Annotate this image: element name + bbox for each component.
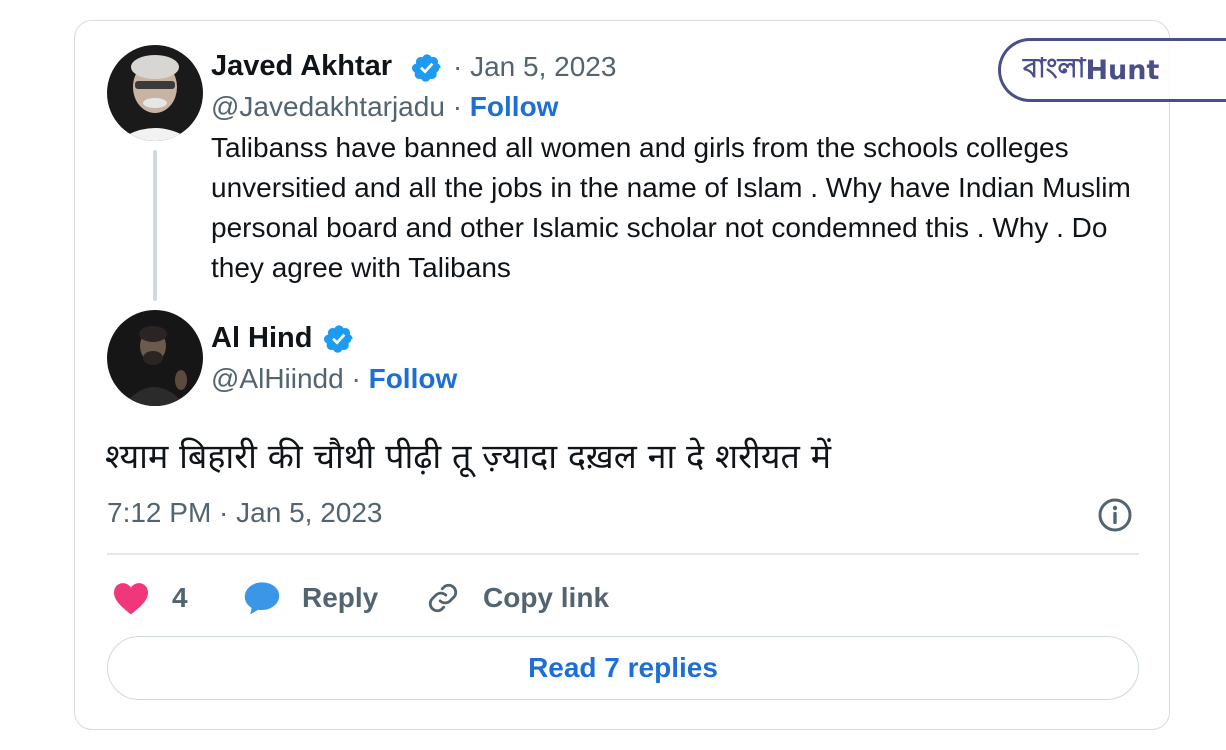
reply-label: Reply [302,582,379,613]
al-hind-avatar[interactable] [107,310,203,406]
follow-al-hind-button[interactable]: Follow [369,363,458,394]
reply-button[interactable]: Reply [243,578,378,618]
copy-link-button[interactable]: Copy link [426,578,609,618]
quoted-author-handle[interactable]: @Javedakhtarjadu [211,91,445,122]
verified-badge-icon [412,54,441,82]
banglahunt-watermark-logo: বাংলা Hunt [998,38,1226,102]
read-replies-button[interactable]: Read 7 replies [107,636,1139,700]
quoted-author-name[interactable]: Javed Akhtar [211,50,392,83]
verified-badge-icon [324,325,353,353]
reply-author-name[interactable]: Al Hind [211,322,313,355]
reply-tweet-text: श्याम बिहारी की चौथी पीढ़ी तू ज़्यादा दख… [105,437,832,477]
like-count: 4 [172,582,188,613]
link-icon [428,583,458,613]
heart-icon [114,583,148,615]
like-button[interactable]: 4 [112,578,188,618]
reply-handle-row: @AlHiindd · Follow [211,363,458,394]
quoted-tweet-text: Talibanss have banned all women and girl… [211,132,1131,283]
info-icon[interactable] [1097,497,1133,533]
quoted-handle-row: @Javedakhtarjadu · Follow [211,91,559,122]
thread-connector-line [153,150,157,301]
divider [107,553,1139,555]
javed-akhtar-avatar[interactable] [107,45,203,141]
follow-javed-button[interactable]: Follow [470,91,559,122]
reply-author-handle[interactable]: @AlHiindd [211,363,344,394]
speech-bubble-icon [244,582,280,615]
tweet-timestamp[interactable]: 7:12 PM · Jan 5, 2023 [107,497,383,529]
quoted-tweet-date[interactable]: · Jan 5, 2023 [453,51,616,83]
copy-link-label: Copy link [483,582,610,613]
